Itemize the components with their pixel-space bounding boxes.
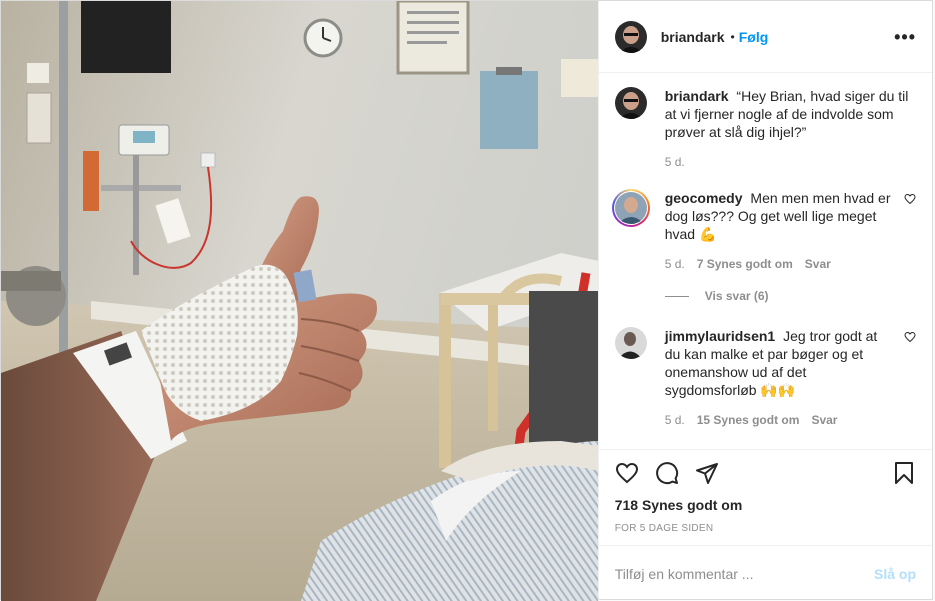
hospital-thumbs-up-photo bbox=[1, 1, 598, 601]
comment-time[interactable]: 5 d. bbox=[665, 257, 685, 271]
comment-item: geocomedy Men men men hvad er dog løs???… bbox=[611, 189, 916, 271]
comment-icon[interactable] bbox=[655, 461, 679, 485]
author-username[interactable]: briandark bbox=[661, 29, 725, 45]
heart-icon[interactable] bbox=[904, 193, 916, 205]
briandark-avatar-image bbox=[614, 20, 647, 53]
post-header: briandark • Følg ••• bbox=[598, 1, 932, 73]
story-ring[interactable] bbox=[611, 189, 650, 227]
comment-input[interactable]: Tilføj en kommentar ... bbox=[615, 566, 874, 582]
reply-button[interactable]: Svar bbox=[811, 413, 837, 427]
jimmylauridsen1-avatar-image bbox=[614, 327, 647, 359]
caption-text: briandark “Hey Brian, hvad siger du til … bbox=[665, 87, 916, 141]
reply-button[interactable]: Svar bbox=[805, 257, 831, 271]
view-replies-label: Vis svar (6) bbox=[704, 289, 769, 303]
post-comment-button[interactable]: Slå op bbox=[874, 566, 916, 582]
caption-username[interactable]: briandark bbox=[665, 88, 729, 104]
avatar[interactable] bbox=[614, 327, 647, 359]
comment-username[interactable]: geocomedy bbox=[665, 190, 743, 206]
post-dialog: briandark • Følg ••• briandark “Hey Bria… bbox=[0, 0, 933, 601]
briandark-avatar-image bbox=[614, 87, 647, 119]
post-photo[interactable] bbox=[1, 1, 598, 601]
posted-date[interactable]: FOR 5 DAGE SIDEN bbox=[599, 523, 932, 534]
caption-time[interactable]: 5 d. bbox=[665, 155, 685, 169]
geocomedy-avatar-image bbox=[614, 192, 647, 224]
separator-dot: • bbox=[730, 29, 735, 44]
comment-likes[interactable]: 7 Synes godt om bbox=[697, 257, 793, 271]
caption-meta: 5 d. bbox=[665, 155, 916, 169]
comment-likes[interactable]: 15 Synes godt om bbox=[697, 413, 800, 427]
comment-text: geocomedy Men men men hvad er dog løs???… bbox=[665, 189, 894, 243]
avatar bbox=[614, 192, 647, 224]
more-options-icon[interactable]: ••• bbox=[894, 28, 916, 46]
action-bar bbox=[598, 449, 932, 495]
comment-meta: 5 d. 15 Synes godt om Svar bbox=[665, 413, 894, 427]
comment-item: jimmylauridsen1 Jeg tror godt at du kan … bbox=[614, 327, 916, 427]
add-comment-bar: Tilføj en kommentar ... Slå op bbox=[598, 545, 932, 601]
comment-username[interactable]: jimmylauridsen1 bbox=[665, 328, 776, 344]
comment-time[interactable]: 5 d. bbox=[665, 413, 685, 427]
caption: briandark “Hey Brian, hvad siger du til … bbox=[614, 87, 916, 169]
replies-divider bbox=[664, 295, 689, 297]
avatar[interactable] bbox=[614, 20, 647, 53]
comment-meta: 5 d. 7 Synes godt om Svar bbox=[665, 257, 894, 271]
like-count[interactable]: 718 Synes godt om bbox=[599, 497, 932, 513]
follow-button[interactable]: Følg bbox=[739, 29, 769, 45]
heart-icon[interactable] bbox=[904, 331, 916, 343]
post-side-panel: briandark • Følg ••• briandark “Hey Bria… bbox=[597, 1, 932, 601]
avatar[interactable] bbox=[614, 87, 647, 119]
comments-list[interactable]: briandark “Hey Brian, hvad siger du til … bbox=[599, 73, 932, 449]
heart-icon[interactable] bbox=[615, 461, 639, 485]
paper-plane-icon[interactable] bbox=[695, 461, 719, 485]
bookmark-icon[interactable] bbox=[892, 461, 916, 485]
view-replies-button[interactable]: Vis svar (6) bbox=[664, 289, 916, 303]
comment-text: jimmylauridsen1 Jeg tror godt at du kan … bbox=[665, 327, 894, 399]
